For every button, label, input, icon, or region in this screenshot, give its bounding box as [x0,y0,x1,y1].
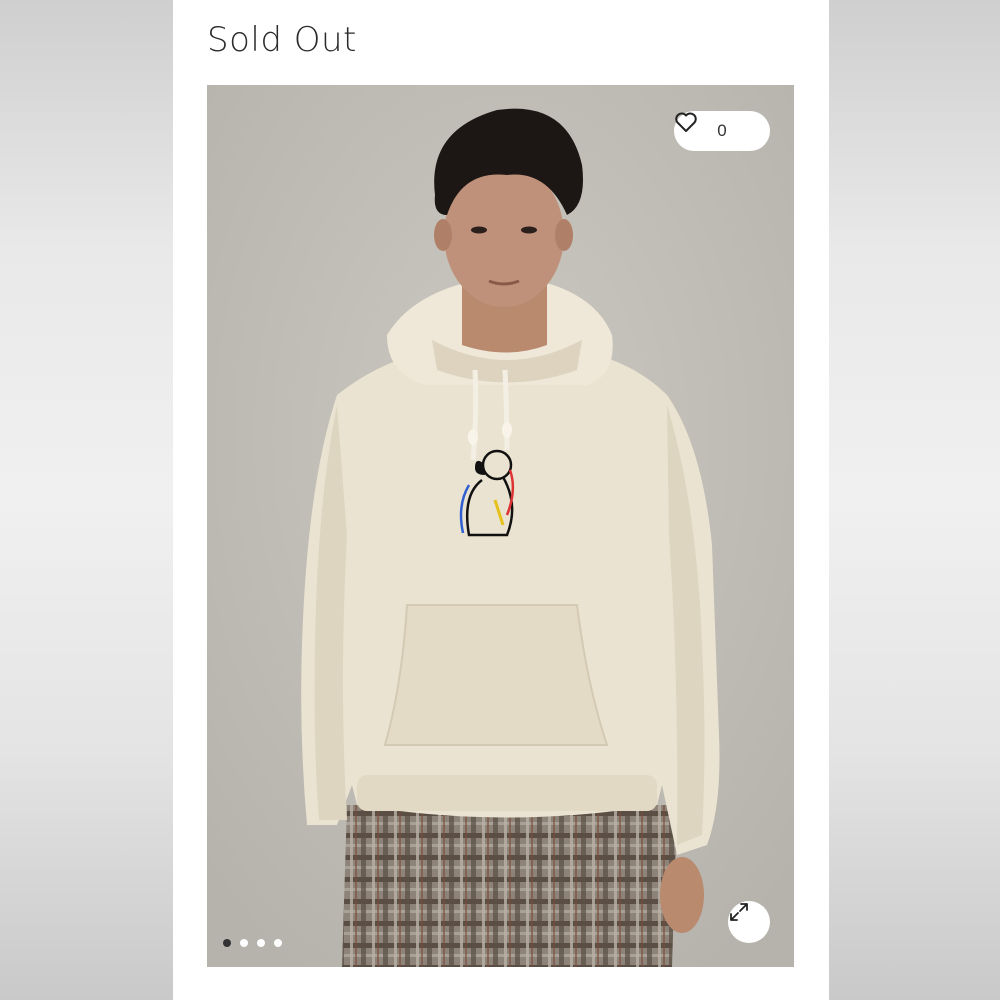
carousel-indicator [223,939,282,947]
expand-icon [730,903,748,921]
background-right [829,0,1000,1000]
like-count: 0 [717,121,727,140]
carousel-dot-1[interactable] [223,939,231,947]
background-left [0,0,173,1000]
heart-icon [675,112,697,132]
carousel-dot-3[interactable] [257,939,265,947]
carousel-dot-2[interactable] [240,939,248,947]
carousel-dot-4[interactable] [274,939,282,947]
product-photo[interactable]: 0 [207,85,794,967]
product-illustration [207,85,794,967]
product-card: Sold Out 0 [173,0,829,1000]
sold-out-status: Sold Out [207,20,357,60]
fullscreen-button[interactable] [728,901,770,943]
like-button[interactable]: 0 [674,111,770,151]
